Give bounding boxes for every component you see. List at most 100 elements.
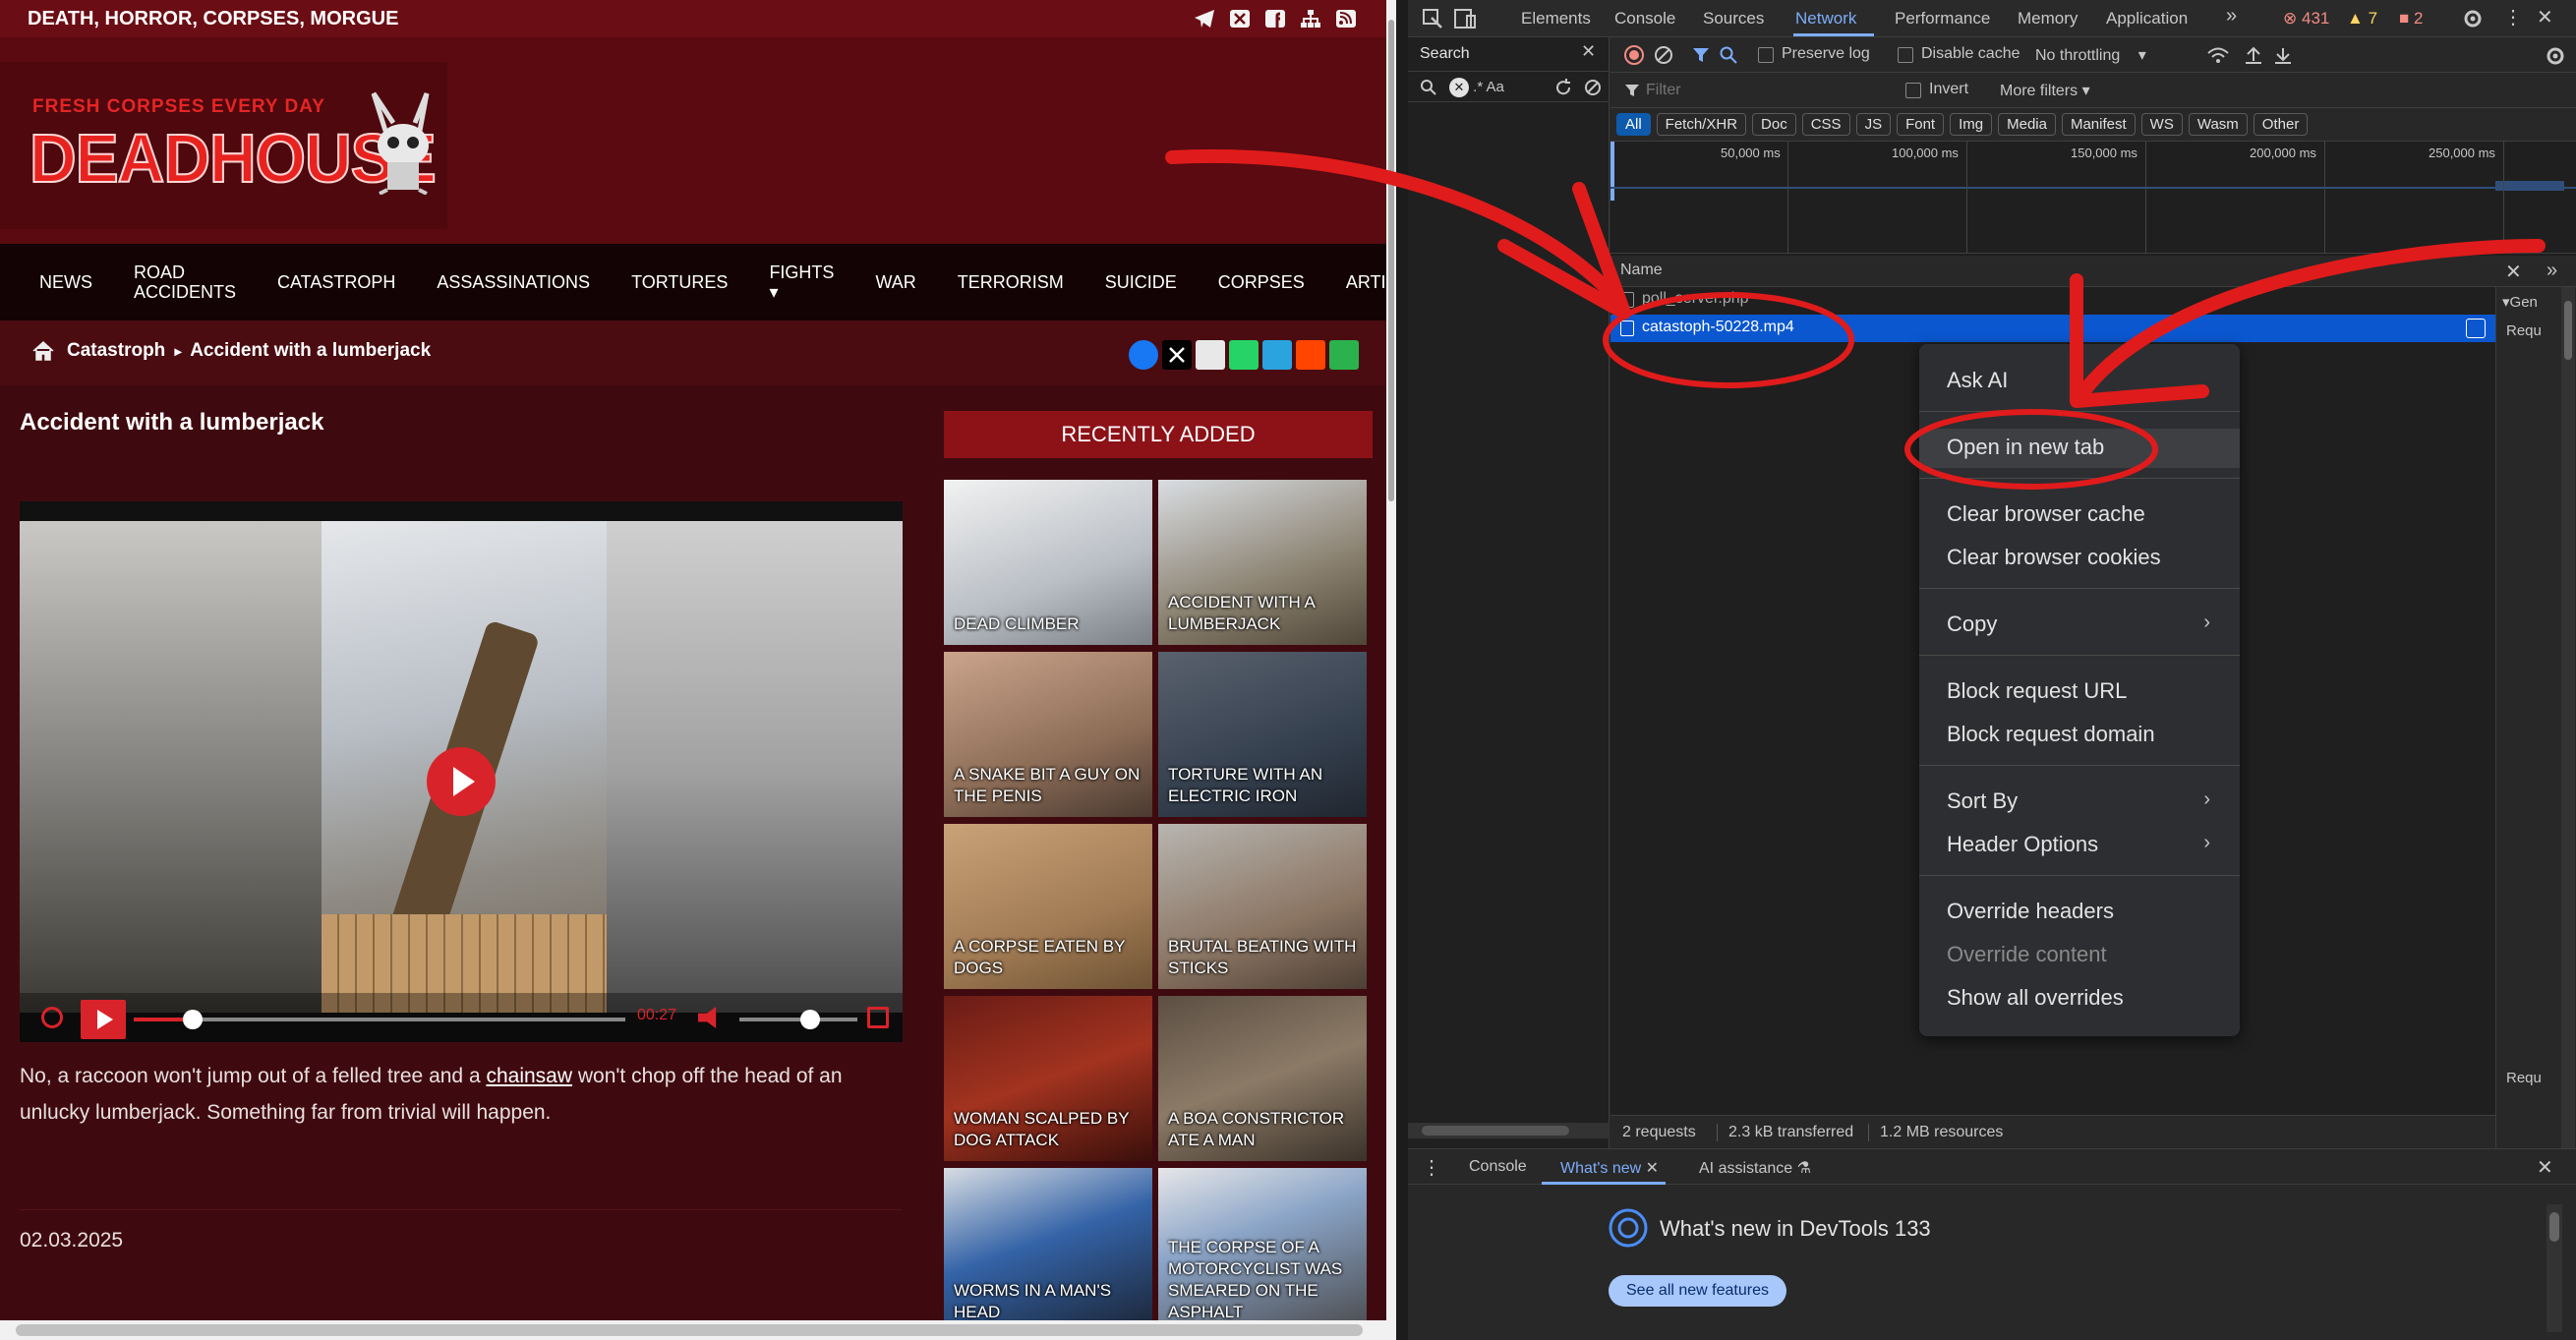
network-settings-gear-icon[interactable] [2545, 45, 2566, 67]
breadcrumb-section[interactable]: Catastroph [67, 340, 165, 361]
drawer-menu-icon[interactable]: ⋮ [1422, 1155, 1441, 1180]
close-devtools-icon[interactable]: ✕ [2537, 5, 2553, 29]
close-search-icon[interactable]: ✕ [1581, 41, 1596, 62]
tab-network[interactable]: Network [1795, 9, 1856, 29]
refresh-icon[interactable] [1553, 78, 1573, 97]
menu-item-header-options[interactable]: Header Options [1947, 832, 2098, 857]
card-dead-climber[interactable]: DEAD CLIMBER [944, 480, 1152, 645]
tab-application[interactable]: Application [2106, 9, 2188, 29]
sitemap-icon[interactable] [1300, 9, 1321, 29]
replay-icon[interactable] [41, 1007, 63, 1028]
big-play-button[interactable] [427, 747, 496, 816]
close-tab-icon[interactable]: ✕ [1646, 1160, 1659, 1177]
card-motorcyclist[interactable]: THE CORPSE OF A MOTORCYCLIST WAS SMEARED… [1158, 1168, 1367, 1333]
menu-item-clear-browser-cookies[interactable]: Clear browser cookies [1947, 545, 2161, 570]
nav-suicide[interactable]: SUICIDE [1105, 272, 1177, 292]
nav-assassinations[interactable]: ASSASSINATIONS [437, 272, 590, 292]
request-row[interactable]: poll_server.php [1610, 287, 2495, 313]
home-icon[interactable] [31, 340, 55, 362]
clear-search-icon[interactable]: ✕ [1449, 78, 1469, 97]
card-corpse-dogs[interactable]: A CORPSE EATEN BY DOGS [944, 824, 1152, 989]
telegram-icon[interactable] [1194, 9, 1215, 29]
tab-elements[interactable]: Elements [1521, 9, 1591, 29]
detail-scrollbar[interactable] [2561, 287, 2575, 1148]
nav-road-accidents[interactable]: ROAD ACCIDENTS [134, 262, 236, 302]
record-icon[interactable] [1624, 45, 1644, 65]
expand-detail-icon[interactable]: » [2547, 260, 2557, 282]
seek-bar[interactable] [134, 1010, 625, 1029]
import-har-icon[interactable] [2244, 45, 2263, 65]
nav-catastroph[interactable]: CATASTROPH [277, 272, 395, 292]
nav-tortures[interactable]: TORTURES [631, 272, 728, 292]
more-filters-dropdown[interactable]: More filters ▾ [2000, 81, 2090, 100]
twitter-icon[interactable] [1229, 9, 1251, 29]
menu-item-open-in-new-tab[interactable]: Open in new tab [1947, 435, 2104, 460]
nav-corpses[interactable]: CORPSES [1218, 272, 1305, 292]
close-drawer-icon[interactable]: ✕ [2537, 1155, 2553, 1180]
horizontal-scrollbar-thumb[interactable] [16, 1324, 1363, 1336]
menu-item-show-all-overrides[interactable]: Show all overrides [1947, 985, 2124, 1011]
tab-performance[interactable]: Performance [1895, 9, 1990, 29]
card-lumberjack[interactable]: ACCIDENT WITH A LUMBERJACK [1158, 480, 1367, 645]
telegram-share-icon[interactable] [1262, 340, 1292, 370]
search-input[interactable]: ✕ .* Aa [1408, 71, 1610, 102]
close-detail-icon[interactable]: ✕ [2505, 260, 2522, 284]
whatsapp-share-icon[interactable] [1229, 340, 1259, 370]
nav-terrorism[interactable]: TERRORISM [958, 272, 1064, 292]
see-all-features-button[interactable]: See all new features [1609, 1275, 1786, 1307]
card-brutal-beating[interactable]: BRUTAL BEATING WITH STICKS [1158, 824, 1367, 989]
x-share-icon[interactable] [1162, 340, 1192, 370]
type-wasm[interactable]: Wasm [2188, 113, 2248, 136]
copy-link-share-icon[interactable] [1196, 340, 1225, 370]
nav-fights[interactable]: FIGHTS ▾ [769, 262, 834, 302]
card-woman-scalped[interactable]: WOMAN SCALPED BY DOG ATTACK [944, 996, 1152, 1161]
type-fetch-xhr[interactable]: Fetch/XHR [1656, 113, 1747, 136]
play-button[interactable] [81, 1000, 126, 1039]
nav-war[interactable]: WAR [875, 272, 915, 292]
device-toolbar-icon[interactable] [1453, 8, 1477, 29]
rss-icon[interactable] [1335, 9, 1357, 29]
logo[interactable]: FRESH CORPSES EVERY DAY DEADHOUSE [0, 62, 447, 229]
search-network-icon[interactable] [1719, 45, 1738, 65]
menu-item-ask-ai[interactable]: Ask AI [1947, 368, 2008, 393]
volume-icon[interactable] [698, 1007, 717, 1028]
menu-item-copy[interactable]: Copy [1947, 612, 1997, 637]
error-count[interactable]: ⊗ 431 [2283, 9, 2329, 29]
menu-item-block-request-domain[interactable]: Block request domain [1947, 722, 2155, 747]
name-column-header[interactable]: Name [1620, 262, 1663, 279]
filter-icon[interactable] [1691, 45, 1711, 65]
invert-checkbox[interactable] [1905, 83, 1921, 98]
seek-handle[interactable] [183, 1010, 203, 1029]
card-electric-iron[interactable]: TORTURE WITH AN ELECTRIC IRON [1158, 652, 1367, 817]
type-img[interactable]: Img [1950, 113, 1993, 136]
volume-handle[interactable] [800, 1010, 820, 1029]
facebook-share-icon[interactable] [1129, 340, 1158, 370]
menu-item-override-headers[interactable]: Override headers [1947, 899, 2114, 924]
clear-log-icon[interactable] [1654, 45, 1673, 65]
type-css[interactable]: CSS [1801, 113, 1850, 136]
type-js[interactable]: JS [1855, 113, 1892, 136]
drawer-tab-ai-assistance[interactable]: AI assistance ⚗ [1699, 1158, 1811, 1178]
card-worms[interactable]: WORMS IN A MAN'S HEAD [944, 1168, 1152, 1333]
request-row-selected[interactable]: catastoph-50228.mp4 [1610, 315, 2495, 342]
type-ws[interactable]: WS [2140, 113, 2183, 136]
nav-news[interactable]: NEWS [39, 272, 92, 292]
drawer-tab-whats-new[interactable]: What's new ✕ [1560, 1158, 1659, 1178]
disable-cache-checkbox[interactable] [1898, 47, 1913, 63]
tab-console[interactable]: Console [1614, 9, 1675, 29]
tab-memory[interactable]: Memory [2018, 9, 2078, 29]
type-manifest[interactable]: Manifest [2061, 113, 2136, 136]
menu-item-block-request-url[interactable]: Block request URL [1947, 678, 2127, 704]
inspect-element-icon[interactable] [1422, 8, 1443, 29]
throttling-select[interactable]: No throttling ▾ [2035, 45, 2146, 65]
network-conditions-icon[interactable] [2206, 45, 2230, 65]
type-font[interactable]: Font [1897, 113, 1945, 136]
warning-count[interactable]: ▲ 7 [2347, 9, 2377, 29]
volume-slider[interactable] [739, 1010, 857, 1029]
export-har-icon[interactable] [2273, 45, 2293, 65]
reddit-share-icon[interactable] [1296, 340, 1325, 370]
search-pane-scrollbar[interactable] [1408, 1123, 1610, 1138]
type-all[interactable]: All [1616, 113, 1651, 136]
card-boa-constrictor[interactable]: A BOA CONSTRICTOR ATE A MAN [1158, 996, 1367, 1161]
filter-input[interactable] [1646, 78, 1892, 103]
